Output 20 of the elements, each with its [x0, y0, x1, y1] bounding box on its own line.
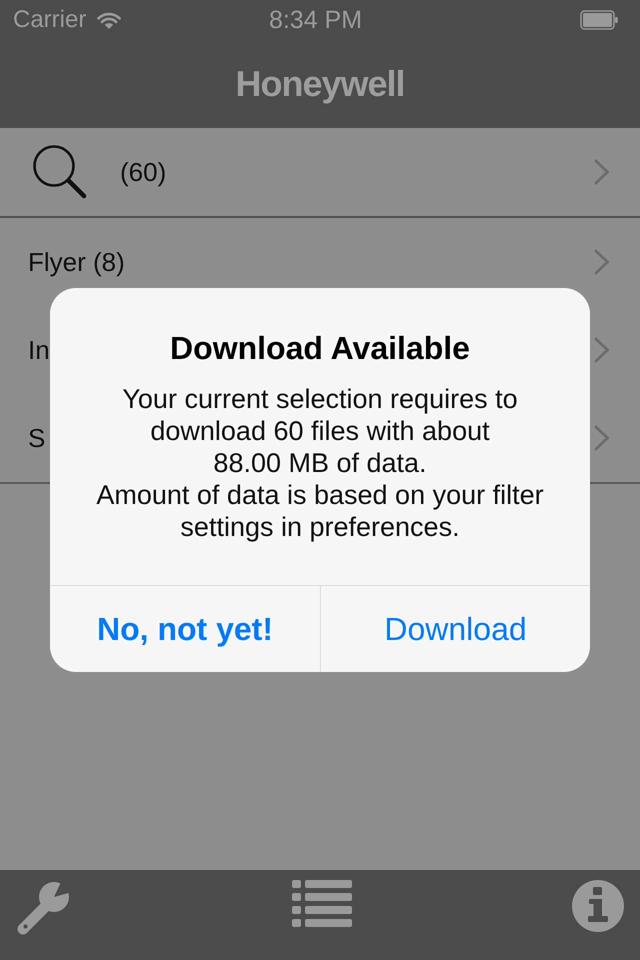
status-time: 8:34 PM: [268, 6, 362, 34]
alert-button[interactable]: No, not yet!: [50, 586, 320, 672]
alert-button[interactable]: Download: [320, 586, 590, 672]
chevron-icon[interactable]: [594, 425, 610, 451]
info-icon[interactable]: [572, 880, 624, 932]
chevron-icon[interactable]: [594, 159, 610, 185]
list-item-label[interactable]: Flyer (8): [28, 246, 125, 278]
chevron-icon[interactable]: [594, 337, 610, 363]
list-item-label[interactable]: (60): [120, 156, 166, 188]
list-icon[interactable]: [292, 880, 352, 927]
chevron-icon[interactable]: [594, 249, 610, 275]
list-item-label[interactable]: In: [28, 334, 50, 366]
brand-logo: Honeywell: [235, 63, 405, 105]
carrier-name: Carrier: [13, 6, 86, 34]
list-item-label[interactable]: S: [28, 422, 46, 454]
wrench-icon[interactable]: [16, 880, 72, 936]
alert-title: Download Available: [169, 330, 471, 366]
wifi-icon: [97, 11, 122, 29]
alert-message: Your current selection requires to download 60 files with about 88.00 MB of data. Amount of data is based on your filter settings in preferences.: [95, 383, 545, 543]
battery-icon: [580, 10, 618, 30]
